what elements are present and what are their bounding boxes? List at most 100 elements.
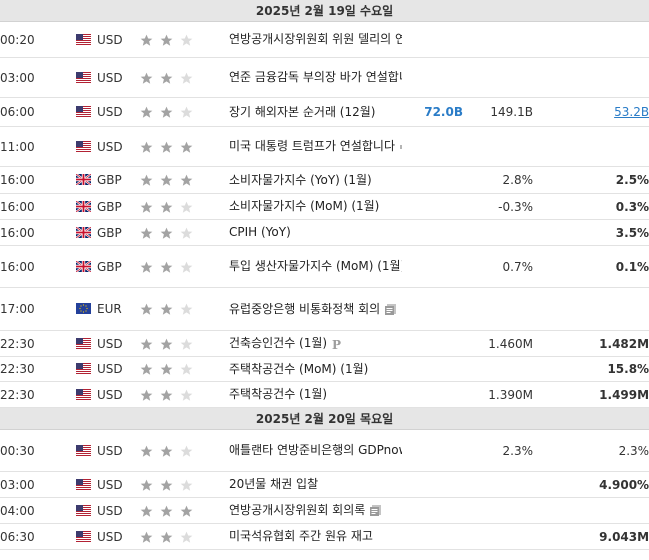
revised-previous-value[interactable]: 53.2B (614, 105, 649, 119)
event-time: 06:00 (0, 97, 72, 127)
event-name-cell[interactable]: 애틀랜타 연방준비은행의 GDPnow (1분기)P (229, 429, 402, 472)
importance-star-icon (160, 34, 173, 47)
importance-stars (140, 356, 229, 382)
event-name-cell[interactable]: 미국 대통령 트럼프가 연설합니다 (229, 126, 402, 167)
actual-value (402, 126, 463, 167)
event-name[interactable]: 주택착공건수 (MoM) (1월) (229, 362, 368, 376)
event-name-cell[interactable]: 장기 해외자본 순거래 (12월) (229, 97, 402, 127)
event-name-cell[interactable]: 20년물 채권 입찰 (229, 471, 402, 498)
previous-value-cell (533, 21, 649, 58)
previous-value-cell (533, 57, 649, 98)
event-name-cell[interactable]: 미국석유협회 주간 원유 재고 (229, 523, 402, 550)
actual-value (402, 356, 463, 382)
event-name-cell[interactable]: 소비자물가지수 (YoY) (1월) (229, 166, 402, 194)
importance-star-icon (160, 201, 173, 214)
previous-value-cell: 1.499M (533, 381, 649, 408)
event-name[interactable]: 20년물 채권 입찰 (229, 477, 318, 491)
previous-value-cell: 9.043M (533, 523, 649, 550)
event-name-cell[interactable]: 주택착공건수 (1월) (229, 381, 402, 408)
event-name[interactable]: 연준 금융감독 부의장 바가 연설합니다 (229, 70, 402, 84)
event-row: 22:30 USD 주택착공건수 (MoM) (1월) 15.8% (0, 356, 649, 382)
importance-star-icon (180, 227, 193, 240)
event-name-cell[interactable]: 연방공개시장위원회 위원 델리의 연설 (229, 21, 402, 58)
actual-value (402, 219, 463, 246)
event-name-cell[interactable]: 연준 금융감독 부의장 바가 연설합니다 (229, 57, 402, 98)
report-icon (384, 303, 397, 316)
event-currency-cell: GBP (72, 245, 140, 288)
importance-stars (140, 21, 229, 58)
event-name[interactable]: 장기 해외자본 순거래 (12월) (229, 105, 375, 119)
event-row: 11:00 USD 미국 대통령 트럼프가 연설합니다 (0, 126, 649, 167)
previous-value: 0.1% (615, 259, 649, 274)
importance-star-icon (180, 479, 193, 492)
event-currency: GBP (97, 259, 122, 274)
previous-value: 2.5% (615, 173, 649, 187)
event-currency-cell: GBP (72, 193, 140, 220)
forecast-value (463, 471, 533, 498)
event-currency-cell: GBP (72, 166, 140, 194)
importance-star-icon (160, 261, 173, 274)
forecast-value (463, 287, 533, 331)
importance-star-icon (140, 106, 153, 119)
importance-stars (140, 429, 229, 472)
importance-stars (140, 245, 229, 288)
event-name[interactable]: 소비자물가지수 (YoY) (1월) (229, 173, 372, 187)
event-currency: USD (97, 529, 123, 544)
actual-value (402, 21, 463, 58)
importance-star-icon (140, 227, 153, 240)
us-flag-icon (76, 388, 91, 400)
event-time: 00:30 (0, 429, 72, 472)
event-row: 00:20 USD 연방공개시장위원회 위원 델리의 연설 (0, 21, 649, 58)
event-name[interactable]: 미국 대통령 트럼프가 연설합니다 (229, 139, 395, 153)
importance-star-icon (140, 303, 153, 316)
event-name-cell[interactable]: 연방공개시장위원회 회의록 (229, 497, 402, 524)
forecast-value: 0.7% (463, 245, 533, 288)
importance-star-icon (180, 174, 193, 187)
actual-value (402, 287, 463, 331)
event-currency-cell: USD (72, 97, 140, 127)
previous-value: 3.5% (615, 225, 649, 240)
importance-stars (140, 381, 229, 408)
event-name-cell[interactable]: 건축승인건수 (1월) P (229, 330, 402, 357)
previous-value: 9.043M (599, 529, 649, 544)
previous-value-cell: 3.5% (533, 219, 649, 246)
event-row: 06:00 USD 장기 해외자본 순거래 (12월) 72.0B 149.1B 53.2… (0, 97, 649, 127)
speaker-icon (399, 141, 402, 153)
event-name[interactable]: CPIH (YoY) (229, 225, 291, 239)
us-flag-icon (76, 504, 91, 516)
event-name[interactable]: 건축승인건수 (1월) (229, 336, 327, 350)
previous-value: 2.3% (618, 443, 649, 458)
event-name[interactable]: 미국석유협회 주간 원유 재고 (229, 529, 373, 543)
event-row: 06:30 USD 미국석유협회 주간 원유 재고 9.043M (0, 523, 649, 550)
importance-star-icon (160, 227, 173, 240)
event-name-cell[interactable]: CPIH (YoY) (229, 219, 402, 246)
event-time: 22:30 (0, 330, 72, 357)
day-header-date: 2025년 2월 20일 목요일 (0, 407, 649, 430)
event-name[interactable]: 유럽중앙은행 비통화정책 회의 (229, 302, 380, 316)
event-row: 03:00 USD 연준 금융감독 부의장 바가 연설합니다 (0, 57, 649, 98)
event-name-cell[interactable]: 소비자물가지수 (MoM) (1월) (229, 193, 402, 220)
importance-stars (140, 497, 229, 524)
previous-value-cell: 0.3% (533, 193, 649, 220)
event-name[interactable]: 주택착공건수 (1월) (229, 387, 327, 401)
importance-star-icon (160, 174, 173, 187)
event-name-cell[interactable]: 투입 생산자물가지수 (MoM) (1월) (229, 245, 402, 288)
event-name[interactable]: 소비자물가지수 (MoM) (1월) (229, 199, 379, 213)
actual-value (402, 429, 463, 472)
preliminary-icon: P (331, 338, 341, 350)
event-name[interactable]: 연방공개시장위원회 회의록 (229, 503, 365, 517)
importance-star-icon (160, 531, 173, 544)
forecast-value: -0.3% (463, 193, 533, 220)
event-name-cell[interactable]: 유럽중앙은행 비통화정책 회의 (229, 287, 402, 331)
event-row: 04:00 USD 연방공개시장위원회 회의록 (0, 497, 649, 524)
event-row: 16:00 GBP 소비자물가지수 (YoY) (1월) 2.8% 2.5% (0, 166, 649, 194)
event-row: 16:00 GBP CPIH (YoY) 3.5% (0, 219, 649, 246)
event-row: 17:00 EUR 유럽중앙은행 비통화정책 회의 (0, 287, 649, 331)
previous-value-cell: 0.1% (533, 245, 649, 288)
event-currency-cell: USD (72, 497, 140, 524)
event-name[interactable]: 연방공개시장위원회 위원 델리의 연설 (229, 32, 402, 46)
event-name[interactable]: 투입 생산자물가지수 (MoM) (1월) (229, 259, 402, 273)
event-name[interactable]: 애틀랜타 연방준비은행의 GDPnow (1분기) (229, 443, 402, 457)
importance-star-icon (180, 363, 193, 376)
event-name-cell[interactable]: 주택착공건수 (MoM) (1월) (229, 356, 402, 382)
